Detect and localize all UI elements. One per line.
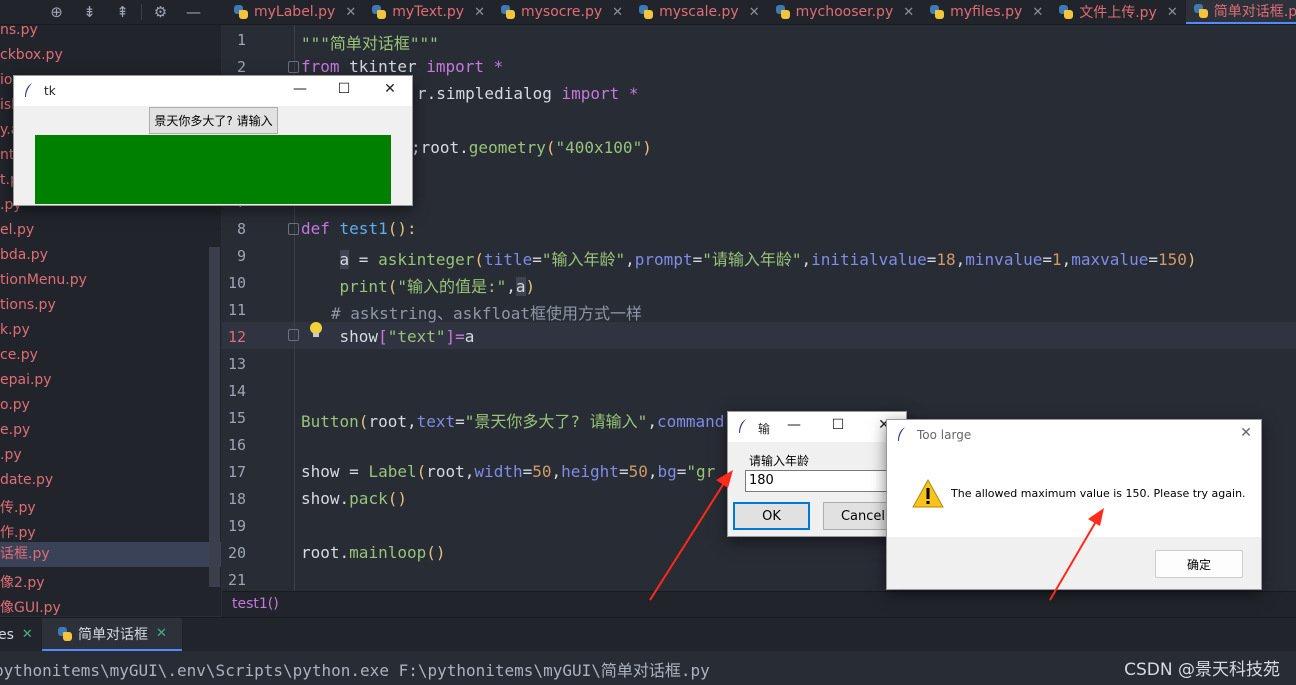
annotation-arrows bbox=[649, 470, 1104, 601]
arrowhead-icon bbox=[1088, 508, 1104, 526]
arrowhead-icon bbox=[716, 470, 733, 488]
arrow-line bbox=[649, 479, 727, 601]
arrow-line bbox=[1049, 517, 1099, 601]
